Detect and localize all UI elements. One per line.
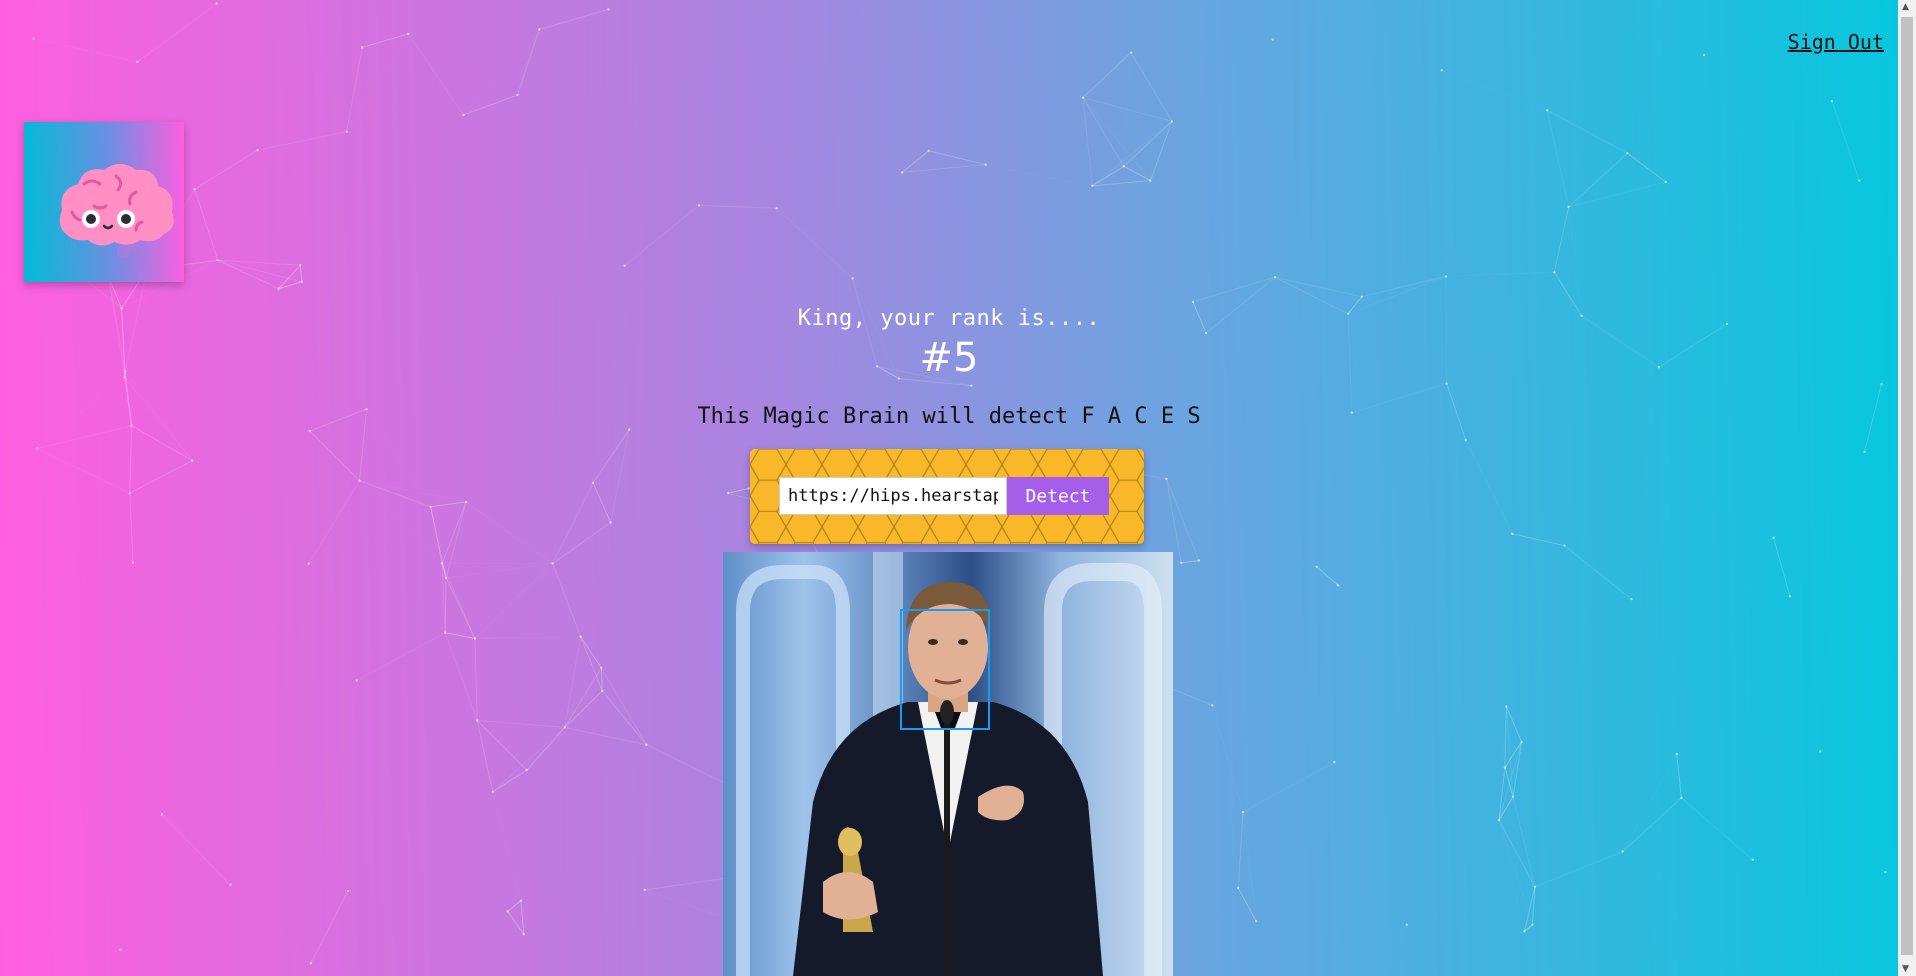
top-nav: Sign Out: [1788, 30, 1884, 54]
rank-number: #5: [919, 335, 979, 381]
image-link-form: Detect: [750, 449, 1144, 544]
form-controls: Detect: [779, 477, 1109, 515]
scrollbar[interactable]: ▲ ▼: [1898, 0, 1916, 976]
face-detection-image: [723, 552, 1173, 976]
tagline: This Magic Brain will detect F A C E S: [697, 404, 1201, 429]
face-bounding-box: [900, 609, 990, 730]
image-url-input[interactable]: [779, 477, 1007, 515]
brain-icon: [59, 164, 174, 258]
logo-tile: [24, 122, 184, 282]
rank-section: King, your rank is.... #5: [0, 306, 1898, 381]
scroll-down-arrow-icon[interactable]: ▼: [1902, 964, 1909, 974]
sign-out-link[interactable]: Sign Out: [1788, 30, 1884, 54]
scroll-up-arrow-icon[interactable]: ▲: [1902, 2, 1909, 12]
rank-label: King, your rank is....: [797, 306, 1101, 331]
scrollbar-thumb[interactable]: [1901, 17, 1913, 955]
detect-button[interactable]: Detect: [1007, 477, 1109, 515]
